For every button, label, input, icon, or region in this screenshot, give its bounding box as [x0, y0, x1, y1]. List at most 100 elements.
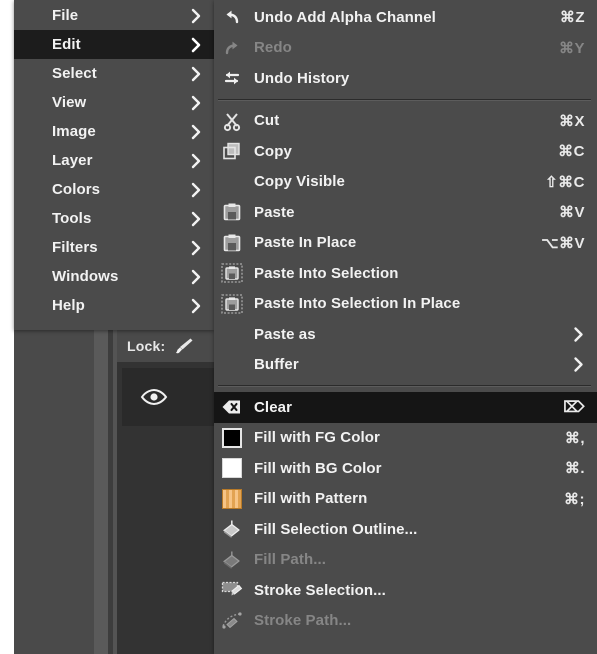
swatch-bg-icon [220, 457, 244, 479]
menu-item-label: Layer [52, 152, 93, 169]
edit-item-label: Redo [254, 39, 292, 57]
edit-item-label: Cut [254, 112, 280, 130]
edit-item-paste-in-place[interactable]: Paste In Place ⌥⌘V [214, 228, 597, 259]
menu-item-image[interactable]: Image [14, 117, 214, 146]
redo-arrow-icon [220, 37, 244, 59]
edit-item-label: Copy [254, 142, 292, 160]
menu-item-file[interactable]: File [14, 1, 214, 30]
gimp-screenshot: Lock: File Edit Select View Image Layer … [0, 0, 597, 654]
menu-item-label: Select [52, 65, 97, 82]
edit-item-buffer[interactable]: Buffer [214, 350, 597, 381]
menu-item-label: Image [52, 123, 96, 140]
menu-item-filters[interactable]: Filters [14, 233, 214, 262]
chevron-right-icon [190, 8, 202, 24]
edit-item-fill-selection-outline[interactable]: Fill Selection Outline... [214, 514, 597, 545]
edit-item-label: Stroke Path... [254, 612, 352, 630]
edit-item-shortcut: ⌘; [564, 490, 585, 508]
chevron-right-icon [190, 66, 202, 82]
edit-item-label: Fill with Pattern [254, 490, 368, 508]
edit-item-fill-pattern[interactable]: Fill with Pattern ⌘; [214, 484, 597, 515]
edit-item-fill-path[interactable]: Fill Path... [214, 545, 597, 576]
edit-item-label: Fill with BG Color [254, 459, 382, 477]
edit-item-label: Clear [254, 398, 293, 416]
edit-item-label: Paste Into Selection In Place [254, 295, 461, 313]
edit-item-shortcut: ⌘V [558, 204, 585, 222]
edit-item-paste-into-selection-in-place[interactable]: Paste Into Selection In Place [214, 289, 597, 320]
edit-item-copy[interactable]: Copy ⌘C [214, 136, 597, 167]
edit-item-fill-fg-color[interactable]: Fill with FG Color ⌘, [214, 423, 597, 454]
edit-item-label: Copy Visible [254, 173, 345, 191]
edit-item-stroke-path[interactable]: Stroke Path... [214, 606, 597, 637]
menu-item-label: Filters [52, 239, 98, 256]
stroke-path-icon [220, 610, 244, 632]
edit-item-redo[interactable]: Redo ⌘Y [214, 33, 597, 64]
edit-item-undo-history[interactable]: Undo History [214, 63, 597, 94]
menu-item-label: File [52, 7, 79, 24]
menu-item-label: View [52, 94, 87, 111]
menu-item-layer[interactable]: Layer [14, 146, 214, 175]
chevron-right-icon [190, 240, 202, 256]
edit-item-shortcut: ⌘, [564, 429, 585, 447]
edit-item-clear[interactable]: Clear ⌦ [214, 392, 597, 423]
edit-item-fill-bg-color[interactable]: Fill with BG Color ⌘. [214, 453, 597, 484]
menu-item-select[interactable]: Select [14, 59, 214, 88]
menu-separator [218, 98, 591, 101]
eye-icon[interactable] [140, 388, 168, 406]
edit-item-label: Paste Into Selection [254, 264, 399, 282]
edit-item-shortcut: ⌘C [558, 143, 585, 161]
chevron-right-icon [190, 211, 202, 227]
edit-item-paste[interactable]: Paste ⌘V [214, 197, 597, 228]
clipboard-icon [220, 232, 244, 254]
edit-item-shortcut: ⌘X [558, 112, 585, 130]
edit-item-label: Paste [254, 203, 295, 221]
menu-item-label: Edit [52, 36, 81, 53]
menu-item-label: Help [52, 297, 85, 314]
menu-item-help[interactable]: Help [14, 291, 214, 320]
edit-item-label: Undo History [254, 69, 350, 87]
clipboard-icon [220, 201, 244, 223]
edit-item-label: Buffer [254, 356, 299, 374]
edit-item-shortcut: ⌘Z [559, 9, 585, 27]
menu-item-tools[interactable]: Tools [14, 204, 214, 233]
layer-row[interactable] [122, 368, 225, 426]
chevron-right-icon [190, 124, 202, 140]
menu-item-label: Colors [52, 181, 101, 198]
menu-item-view[interactable]: View [14, 88, 214, 117]
menu-item-label: Tools [52, 210, 92, 227]
chevron-right-icon [572, 356, 585, 373]
edit-item-label: Paste In Place [254, 234, 357, 252]
edit-submenu[interactable]: Undo Add Alpha Channel ⌘Z Redo ⌘Y Undo H… [214, 0, 597, 654]
menu-item-edit[interactable]: Edit [14, 30, 214, 59]
edit-item-shortcut: ⌥⌘V [541, 234, 585, 252]
chevron-right-icon [190, 95, 202, 111]
edit-item-shortcut: ⌘Y [558, 39, 585, 57]
no-icon-placeholder [220, 354, 244, 376]
edit-item-copy-visible[interactable]: Copy Visible ⇧⌘C [214, 167, 597, 198]
edit-item-stroke-selection[interactable]: Stroke Selection... [214, 575, 597, 606]
edit-item-label: Undo Add Alpha Channel [254, 8, 436, 26]
no-icon-placeholder [220, 323, 244, 345]
undo-history-icon [220, 67, 244, 89]
edit-item-paste-into-selection[interactable]: Paste Into Selection [214, 258, 597, 289]
edit-item-shortcut: ⌦ [563, 399, 585, 417]
edit-item-cut[interactable]: Cut ⌘X [214, 106, 597, 137]
menu-item-colors[interactable]: Colors [14, 175, 214, 204]
edit-item-paste-as[interactable]: Paste as [214, 319, 597, 350]
swatch-fg-icon [220, 427, 244, 449]
stroke-selection-icon [220, 579, 244, 601]
no-icon-placeholder [220, 171, 244, 193]
gimp-main-menu[interactable]: File Edit Select View Image Layer Colors… [14, 0, 214, 330]
chevron-right-icon [190, 37, 202, 53]
paintbrush-icon[interactable] [173, 336, 195, 356]
menu-item-windows[interactable]: Windows [14, 262, 214, 291]
clear-delete-icon [220, 396, 244, 418]
chevron-right-icon [190, 269, 202, 285]
undo-arrow-icon [220, 6, 244, 28]
edit-item-undo[interactable]: Undo Add Alpha Channel ⌘Z [214, 2, 597, 33]
copy-pages-icon [220, 140, 244, 162]
edit-item-label: Paste as [254, 325, 316, 343]
edit-item-label: Stroke Selection... [254, 581, 386, 599]
swatch-pattern-icon [220, 488, 244, 510]
clipboard-selection-icon [220, 262, 244, 284]
layers-lock-row: Lock: [117, 330, 225, 362]
